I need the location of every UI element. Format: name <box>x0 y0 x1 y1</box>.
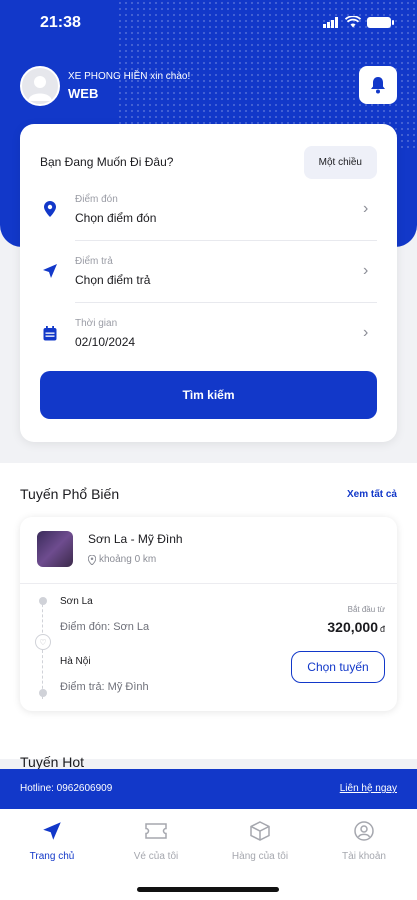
send-icon <box>43 264 57 278</box>
route-name: Sơn La - Mỹ Đình <box>88 532 183 546</box>
tab-account[interactable]: Tài khoản <box>312 819 416 862</box>
trip-type-button[interactable]: Một chiều <box>303 145 377 179</box>
divider <box>20 583 397 584</box>
send-icon <box>43 822 61 840</box>
timeline-marker-icon: ♡ <box>35 634 51 650</box>
date-field[interactable]: Thời gian 02/10/2024 › <box>40 302 377 364</box>
status-icons <box>323 16 394 28</box>
pickup-label: Điểm đón <box>75 193 118 205</box>
pickup-field[interactable]: Điểm đón Chọn điểm đón › <box>40 178 377 240</box>
pickup-value: Chọn điểm đón <box>75 210 157 225</box>
user-name: WEB <box>68 86 99 101</box>
home-indicator <box>137 887 279 892</box>
user-icon <box>354 821 374 841</box>
price-value: 320,000 <box>327 619 378 635</box>
tab-home[interactable]: Trang chủ <box>0 819 104 862</box>
price-from-label: Bắt đầu từ <box>347 605 385 614</box>
choose-route-button[interactable]: Chọn tuyến <box>291 651 385 683</box>
dropoff-value: Chọn điểm trả <box>75 272 151 287</box>
from-point: Điểm đón: Sơn La <box>60 621 150 633</box>
notification-button[interactable] <box>359 66 397 104</box>
tab-home-label: Trang chủ <box>29 851 75 862</box>
to-point: Điểm trả: Mỹ Đình <box>60 681 149 693</box>
status-bar: 21:38 <box>0 12 417 36</box>
route-thumbnail <box>37 531 73 567</box>
calendar-icon <box>43 325 57 340</box>
see-all-link[interactable]: Xem tất cả <box>347 489 397 500</box>
dropoff-label: Điểm trả <box>75 255 113 267</box>
route-price: 320,000 đ <box>327 619 385 635</box>
ticket-icon <box>145 823 167 839</box>
search-button[interactable]: Tìm kiếm <box>40 371 377 419</box>
currency: đ <box>379 624 385 634</box>
chevron-right-icon: › <box>363 262 369 279</box>
dropoff-field[interactable]: Điểm trả Chọn điểm trả › <box>40 240 377 302</box>
route-distance: khoảng 0 km <box>88 554 156 565</box>
greeting-text: XE PHONG HIỀN xin chào! <box>68 71 191 82</box>
timeline-dot <box>39 689 47 697</box>
to-city: Hà Nội <box>60 656 91 667</box>
route-distance-text: khoảng 0 km <box>99 554 157 565</box>
user-greeting: XE PHONG HIỀN xin chào! WEB <box>20 66 190 106</box>
avatar-placeholder-icon <box>28 76 52 101</box>
chevron-right-icon: › <box>363 200 369 217</box>
chevron-right-icon: › <box>363 324 369 341</box>
search-card: Bạn Đang Muốn Đi Đâu? Một chiều Điểm đón… <box>20 124 397 442</box>
hot-routes-title: Tuyến Hot <box>20 754 85 770</box>
tab-my-packages-label: Hàng của tôi <box>231 851 289 862</box>
hotline-bar: Hotline: 0962606909 Liên hệ ngay <box>0 769 417 809</box>
battery-icon <box>367 16 394 28</box>
date-value: 02/10/2024 <box>75 334 136 349</box>
signal-icon <box>323 16 338 28</box>
avatar[interactable] <box>20 66 60 106</box>
bell-icon <box>371 77 385 94</box>
contact-now-link[interactable]: Liên hệ ngay <box>340 783 397 794</box>
tab-my-packages[interactable]: Hàng của tôi <box>208 819 312 862</box>
tab-my-tickets-label: Vé của tôi <box>133 851 179 862</box>
tab-account-label: Tài khoản <box>342 851 386 862</box>
from-city: Sơn La <box>60 596 93 607</box>
location-pin-icon <box>44 201 56 217</box>
search-card-title: Bạn Đang Muốn Đi Đâu? <box>40 155 174 169</box>
hotline-text[interactable]: Hotline: 0962606909 <box>20 783 112 794</box>
wifi-icon <box>345 16 361 28</box>
timeline-dot <box>39 597 47 605</box>
popular-routes-title: Tuyến Phổ Biến <box>20 486 120 502</box>
route-card[interactable]: Sơn La - Mỹ Đình khoảng 0 km ♡ Sơn La Đi… <box>20 517 397 711</box>
location-pin-icon <box>88 554 96 565</box>
date-label: Thời gian <box>75 317 118 329</box>
status-time: 21:38 <box>40 14 81 31</box>
tab-my-tickets[interactable]: Vé của tôi <box>104 819 208 862</box>
package-icon <box>250 821 270 841</box>
